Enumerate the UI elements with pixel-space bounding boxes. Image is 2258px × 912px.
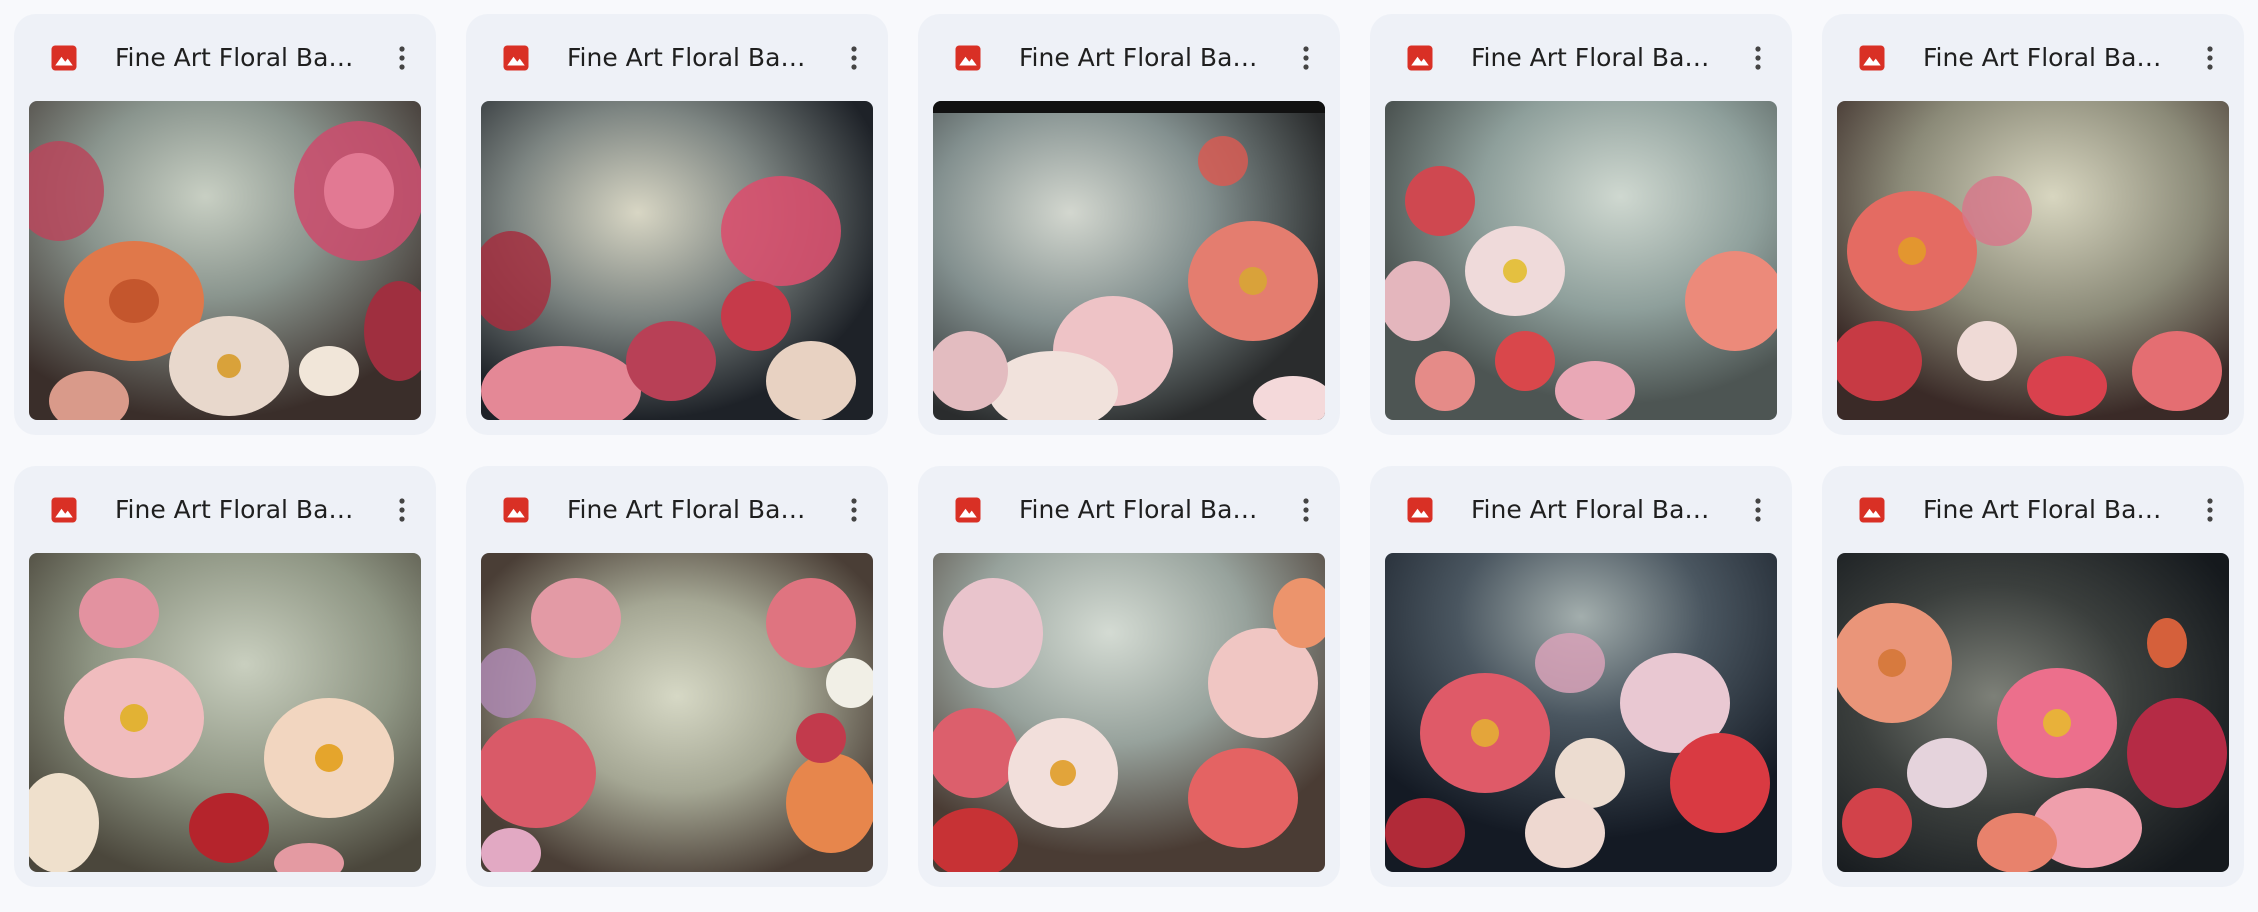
floral-painting <box>29 553 421 872</box>
more-vert-icon <box>2207 46 2213 70</box>
image-file-icon <box>503 45 529 71</box>
file-card-header: Fine Art Floral Background 04 <box>1370 14 1792 102</box>
floral-painting <box>481 101 873 420</box>
more-vert-icon <box>1303 46 1309 70</box>
file-card[interactable]: Fine Art Floral Background 07 <box>466 466 888 887</box>
image-file-icon <box>51 497 77 523</box>
file-card[interactable]: Fine Art Floral Background 10 <box>1822 466 2244 887</box>
floral-painting <box>29 101 421 420</box>
more-vert-icon <box>1303 498 1309 522</box>
file-card-header: Fine Art Floral Background 05 <box>1822 14 2244 102</box>
image-thumbnail[interactable] <box>29 553 421 872</box>
more-vert-icon <box>399 498 405 522</box>
image-thumbnail[interactable] <box>933 553 1325 872</box>
floral-painting <box>933 553 1325 872</box>
floral-painting <box>933 101 1325 420</box>
file-name: Fine Art Floral Background 05 <box>1923 43 2173 72</box>
more-vert-icon <box>1755 46 1761 70</box>
file-card[interactable]: Fine Art Floral Background 09 <box>1370 466 1792 887</box>
file-grid: Fine Art Floral Background 01 <box>14 14 2244 887</box>
image-thumbnail[interactable] <box>1385 101 1777 420</box>
image-thumbnail[interactable] <box>1837 553 2229 872</box>
floral-painting <box>1385 101 1777 420</box>
file-card[interactable]: Fine Art Floral Background 05 <box>1822 14 2244 435</box>
more-actions-button[interactable] <box>834 490 874 530</box>
more-actions-button[interactable] <box>2190 490 2230 530</box>
file-name: Fine Art Floral Background 08 <box>1019 495 1269 524</box>
file-name: Fine Art Floral Background 01 <box>115 43 365 72</box>
more-actions-button[interactable] <box>1738 490 1778 530</box>
image-file-icon <box>51 45 77 71</box>
more-vert-icon <box>1755 498 1761 522</box>
file-card[interactable]: Fine Art Floral Background 08 <box>918 466 1340 887</box>
file-name: Fine Art Floral Background 09 <box>1471 495 1721 524</box>
file-card-header: Fine Art Floral Background 06 <box>14 466 436 554</box>
file-name: Fine Art Floral Background 03 <box>1019 43 1269 72</box>
floral-painting <box>1385 553 1777 872</box>
image-file-icon <box>1859 497 1885 523</box>
file-name: Fine Art Floral Background 10 <box>1923 495 2173 524</box>
file-name: Fine Art Floral Background 04 <box>1471 43 1721 72</box>
more-actions-button[interactable] <box>2190 38 2230 78</box>
file-card-header: Fine Art Floral Background 10 <box>1822 466 2244 554</box>
image-thumbnail[interactable] <box>481 101 873 420</box>
file-name: Fine Art Floral Background 06 <box>115 495 365 524</box>
file-card[interactable]: Fine Art Floral Background 02 <box>466 14 888 435</box>
file-card-header: Fine Art Floral Background 03 <box>918 14 1340 102</box>
file-card[interactable]: Fine Art Floral Background 01 <box>14 14 436 435</box>
file-card-header: Fine Art Floral Background 02 <box>466 14 888 102</box>
more-actions-button[interactable] <box>1286 38 1326 78</box>
file-card-header: Fine Art Floral Background 07 <box>466 466 888 554</box>
image-file-icon <box>1407 45 1433 71</box>
more-vert-icon <box>2207 498 2213 522</box>
file-name: Fine Art Floral Background 02 <box>567 43 817 72</box>
file-card[interactable]: Fine Art Floral Background 04 <box>1370 14 1792 435</box>
floral-painting <box>1837 101 2229 420</box>
floral-painting <box>481 553 873 872</box>
file-card-header: Fine Art Floral Background 01 <box>14 14 436 102</box>
file-name: Fine Art Floral Background 07 <box>567 495 817 524</box>
file-card-header: Fine Art Floral Background 08 <box>918 466 1340 554</box>
file-card[interactable]: Fine Art Floral Background 03 <box>918 14 1340 435</box>
floral-painting <box>1837 553 2229 872</box>
image-file-icon <box>1859 45 1885 71</box>
image-thumbnail[interactable] <box>1837 101 2229 420</box>
file-card[interactable]: Fine Art Floral Background 06 <box>14 466 436 887</box>
image-file-icon <box>503 497 529 523</box>
image-thumbnail[interactable] <box>1385 553 1777 872</box>
more-vert-icon <box>851 498 857 522</box>
more-actions-button[interactable] <box>382 38 422 78</box>
image-file-icon <box>955 497 981 523</box>
more-actions-button[interactable] <box>834 38 874 78</box>
image-thumbnail[interactable] <box>481 553 873 872</box>
image-file-icon <box>955 45 981 71</box>
image-thumbnail[interactable] <box>29 101 421 420</box>
more-actions-button[interactable] <box>1738 38 1778 78</box>
more-actions-button[interactable] <box>382 490 422 530</box>
image-thumbnail[interactable] <box>933 101 1325 420</box>
more-vert-icon <box>851 46 857 70</box>
file-card-header: Fine Art Floral Background 09 <box>1370 466 1792 554</box>
image-file-icon <box>1407 497 1433 523</box>
more-vert-icon <box>399 46 405 70</box>
more-actions-button[interactable] <box>1286 490 1326 530</box>
